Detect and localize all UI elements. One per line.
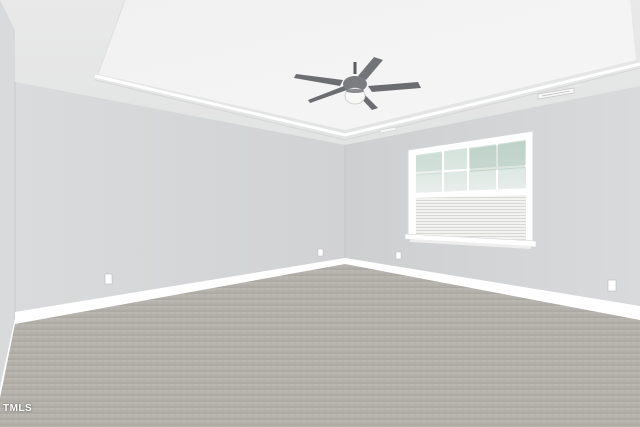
room-photo: TMLS	[0, 0, 640, 427]
room-illustration	[0, 0, 640, 427]
wall-outlet-mid	[317, 248, 324, 257]
wall-outlet-right	[607, 279, 617, 292]
window	[404, 130, 537, 249]
wall-outlet-left	[104, 273, 113, 285]
watermark-logo: TMLS	[3, 403, 33, 414]
window-blinds	[416, 193, 526, 240]
wall-outlet-back	[395, 251, 402, 260]
